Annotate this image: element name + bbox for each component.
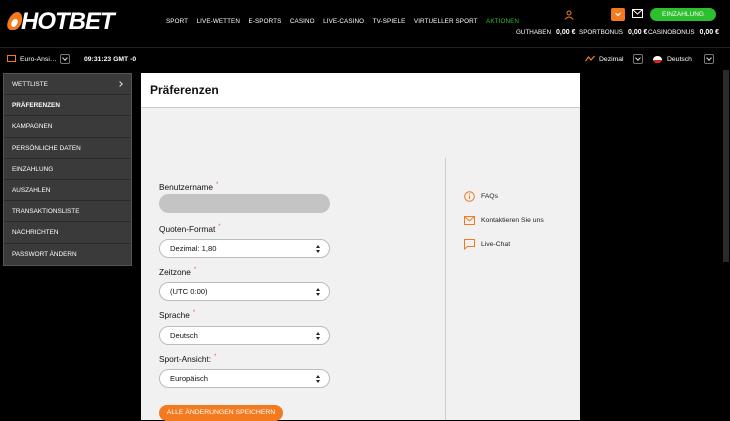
username-label: Benutzername * — [159, 182, 219, 192]
nav-item-virtueller-sport[interactable]: VIRTUELLER SPORT — [414, 18, 478, 25]
menu-item-kampagnen[interactable]: KAMPAGNEN — [4, 116, 131, 138]
chevron-right-icon — [117, 81, 123, 87]
menu-item-einzahlung[interactable]: EINZAHLUNG — [4, 159, 131, 180]
german-flag-icon — [653, 56, 662, 63]
timezone-select[interactable]: (UTC 0:00) — [159, 282, 330, 301]
sub-bar: Euro-Ansi… 09:31:23 GMT -0 Dezimal Deuts… — [0, 47, 730, 69]
clock: 09:31:23 GMT -0 — [84, 56, 137, 63]
odds-format-field-label: Quoten-Format * — [159, 224, 221, 234]
account-dropdown-button[interactable] — [611, 8, 625, 21]
envelope-icon — [464, 216, 475, 225]
scrollbar[interactable] — [723, 70, 729, 262]
nav-item-sport[interactable]: SPORT — [166, 18, 188, 25]
view-mode-icon — [7, 55, 16, 62]
menu-item-auszahlen[interactable]: AUSZAHLEN — [4, 180, 131, 202]
balance-casinobonus: CASINOBONUS 0,00 € — [648, 29, 720, 36]
language-field-label: Sprache * — [159, 310, 196, 320]
select-arrows-icon — [315, 244, 321, 254]
user-icon[interactable] — [564, 10, 574, 20]
select-arrows-icon — [315, 287, 321, 297]
language-select[interactable]: Deutsch — [159, 326, 330, 345]
info-icon — [464, 191, 475, 202]
menu-item-passwort-aendern[interactable]: PASSWORT ÄNDERN — [4, 244, 131, 265]
nav-item-e-sports[interactable]: E-SPORTS — [249, 18, 282, 25]
select-arrows-icon — [315, 374, 321, 384]
odds-format-label[interactable]: Dezimal — [599, 56, 624, 63]
main-nav: SPORT LIVE-WETTEN E-SPORTS CASINO LIVE-C… — [166, 18, 528, 25]
page-title: Präferenzen — [141, 73, 580, 108]
chevron-down-icon — [615, 12, 621, 17]
language-label[interactable]: Deutsch — [667, 56, 692, 63]
menu-item-persoenliche-daten[interactable]: PERSÖNLICHE DATEN — [4, 138, 131, 159]
brand-logo[interactable]: HOTBET — [5, 9, 126, 35]
faqs-link[interactable]: FAQs — [464, 191, 498, 202]
menu-item-transaktionsliste[interactable]: TRANSAKTIONSLISTE — [4, 201, 131, 223]
odds-format-select[interactable]: Dezimal: 1,80 — [159, 239, 330, 258]
sport-view-select[interactable]: Europäisch — [159, 369, 330, 388]
username-field — [159, 194, 330, 213]
balance-guthaben: GUTHABEN 0,00 € — [516, 29, 576, 36]
account-menu: WETTLISTE PRÄFERENZEN KAMPAGNEN PERSÖNLI… — [3, 73, 132, 266]
nav-item-live-wetten[interactable]: LIVE-WETTEN — [197, 18, 240, 25]
timezone-label: Zeitzone * — [159, 267, 197, 277]
nav-item-live-casino[interactable]: LIVE-CASINO — [323, 18, 364, 25]
view-selector-label[interactable]: Euro-Ansi… — [20, 56, 57, 63]
nav-item-aktionen[interactable]: AKTIONEN — [486, 18, 519, 25]
chat-bubble-icon — [464, 239, 475, 250]
select-arrows-icon — [315, 331, 321, 341]
mail-icon[interactable] — [632, 9, 643, 18]
vertical-divider — [445, 158, 446, 420]
view-dropdown-button[interactable] — [60, 54, 70, 64]
nav-item-tv-spiele[interactable]: TV-SPIELE — [373, 18, 406, 25]
top-bar: HOTBET SPORT LIVE-WETTEN E-SPORTS CASINO… — [0, 0, 730, 46]
contact-link[interactable]: Kontaktieren Sie uns — [464, 216, 544, 225]
odds-trend-icon — [585, 55, 595, 62]
preferences-form: Benutzername * Quoten-Format * Dezimal: 1,… — [141, 108, 580, 421]
balance-sportbonus: SPORTBONUS 0,00 € — [579, 29, 648, 36]
save-all-changes-button[interactable]: ALLE ÄNDERUNGEN SPEICHERN — [159, 405, 283, 421]
language-dropdown-button[interactable] — [704, 54, 714, 64]
nav-item-casino[interactable]: CASINO — [290, 18, 315, 25]
menu-item-nachrichten[interactable]: NACHRICHTEN — [4, 222, 131, 244]
preferences-panel: Präferenzen Benutzername * Quoten-Format *… — [141, 73, 580, 421]
deposit-button[interactable]: EINZAHLUNG — [650, 8, 716, 21]
menu-item-praeferenzen[interactable]: PRÄFERENZEN — [4, 95, 131, 117]
live-chat-link[interactable]: Live-Chat — [464, 239, 510, 250]
menu-item-wettliste[interactable]: WETTLISTE — [4, 74, 131, 96]
sport-view-label: Sport-Ansicht: * — [159, 354, 217, 364]
odds-format-dropdown-button[interactable] — [633, 54, 643, 64]
